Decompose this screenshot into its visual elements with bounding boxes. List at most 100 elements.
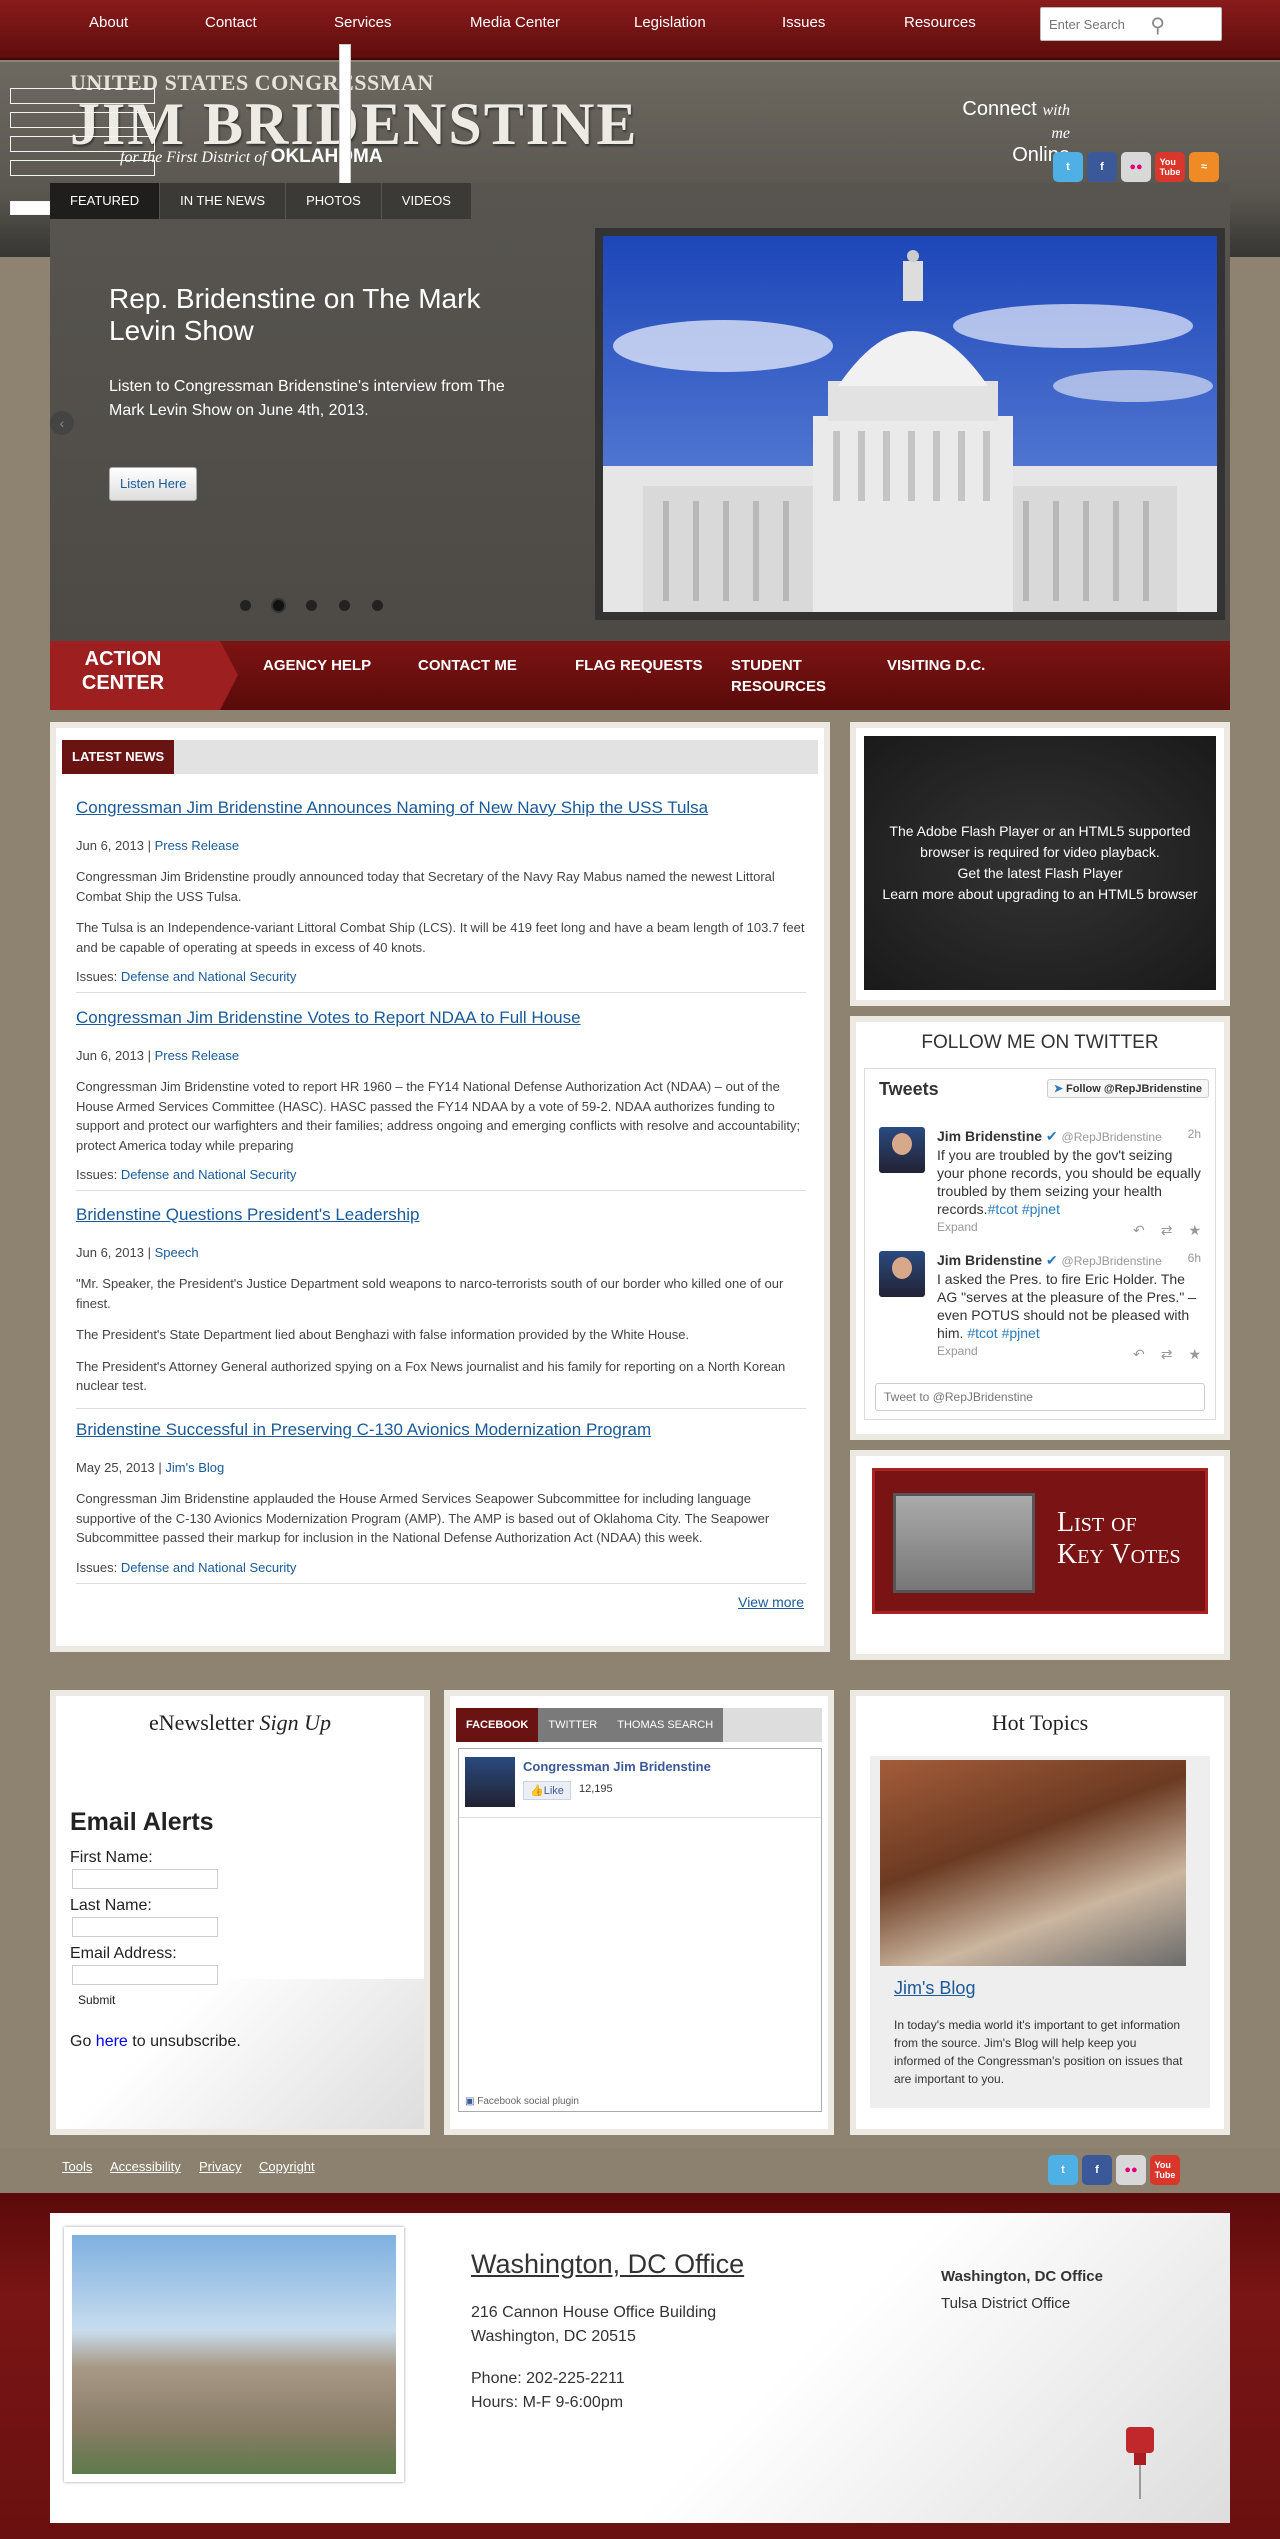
nav-legislation[interactable]: Legislation [634, 14, 706, 31]
favorite-icon[interactable]: ★ [1188, 1346, 1201, 1363]
hot-topics-heading: Hot Topics [991, 1710, 1089, 1735]
facebook-page-name[interactable]: Congressman Jim Bridenstine [523, 1759, 711, 1774]
slider-dot[interactable] [306, 600, 317, 611]
nav-services[interactable]: Services [334, 14, 392, 31]
tweet-hashtags[interactable]: #tcot #pjnet [967, 1325, 1039, 1341]
tab-twitter[interactable]: TWITTER [538, 1708, 608, 1742]
listen-here-button[interactable]: Listen Here [109, 467, 198, 501]
office-tab-dc[interactable]: Washington, DC Office [941, 2263, 1103, 2290]
action-visiting-dc[interactable]: VISITING D.C. [887, 655, 1027, 676]
tweet-handle[interactable]: @RepJBridenstine [1062, 1130, 1162, 1144]
twitter-follow-button[interactable]: ➤ Follow @RepJBridenstine [1046, 1079, 1209, 1098]
rss-icon[interactable]: ≈ [1189, 152, 1219, 182]
office-tab-tulsa[interactable]: Tulsa District Office [941, 2290, 1103, 2317]
tweet-handle[interactable]: @RepJBridenstine [1062, 1254, 1162, 1268]
tab-videos[interactable]: VIDEOS [381, 183, 472, 219]
facebook-like-button[interactable]: 👍Like [523, 1781, 571, 1800]
avatar[interactable] [465, 1757, 515, 1807]
news-paragraph: The President's State Department lied ab… [76, 1327, 690, 1342]
slider-dot[interactable] [273, 600, 284, 611]
slider-dot[interactable] [339, 600, 350, 611]
facebook-icon[interactable]: f [1082, 2155, 1112, 2185]
action-agency-help[interactable]: AGENCY HELP [263, 655, 403, 676]
last-name-field[interactable] [72, 1917, 218, 1937]
news-title[interactable]: Bridenstine Questions President's Leader… [76, 1205, 806, 1225]
first-name-field[interactable] [72, 1869, 218, 1889]
footer-privacy-link[interactable]: Privacy [199, 2159, 242, 2174]
latest-news-header: LATEST NEWS [62, 740, 818, 774]
slider-dot[interactable] [372, 600, 383, 611]
nav-about[interactable]: About [89, 14, 128, 31]
flash-player-link[interactable]: Get the latest Flash Player [958, 865, 1123, 881]
reply-icon[interactable]: ↶ [1133, 1346, 1145, 1363]
nav-media-center[interactable]: Media Center [470, 14, 560, 31]
tweet-author[interactable]: Jim Bridenstine [937, 1128, 1042, 1144]
footer-accessibility-link[interactable]: Accessibility [110, 2159, 181, 2174]
tweet-input[interactable]: Tweet to @RepJBridenstine [875, 1383, 1205, 1411]
connect-line1: Connect [962, 98, 1037, 120]
news-category-link[interactable]: Press Release [155, 838, 240, 853]
news-meta: Jun 6, 2013 | Speech [76, 1245, 199, 1260]
tab-thomas-search[interactable]: THOMAS SEARCH [607, 1708, 724, 1742]
nav-contact[interactable]: Contact [205, 14, 257, 31]
issues-link[interactable]: Defense and National Security [121, 1560, 297, 1575]
favorite-icon[interactable]: ★ [1188, 1222, 1201, 1239]
footer-tools-link[interactable]: Tools [62, 2159, 92, 2174]
tweet-time[interactable]: 2h [1188, 1127, 1201, 1141]
issues-link[interactable]: Defense and National Security [121, 969, 297, 984]
nav-resources[interactable]: Resources [904, 14, 976, 31]
submit-button[interactable]: Submit [78, 1993, 241, 2007]
facebook-icon[interactable]: f [1087, 152, 1117, 182]
jims-blog-link[interactable]: Jim's Blog [894, 1978, 975, 1999]
twitter-icon[interactable]: t [1048, 2155, 1078, 2185]
nav-issues[interactable]: Issues [782, 14, 825, 31]
tweet-hashtags[interactable]: #tcot #pjnet [988, 1201, 1060, 1217]
like-label: Like [543, 1785, 564, 1797]
tab-facebook[interactable]: FACEBOOK [456, 1708, 539, 1742]
avatar[interactable] [879, 1127, 925, 1173]
footer-copyright-link[interactable]: Copyright [259, 2159, 315, 2174]
email-field[interactable] [72, 1965, 218, 1985]
latest-news-panel: LATEST NEWS Congressman Jim Bridenstine … [50, 722, 830, 1652]
news-paragraph: Congressman Jim Bridenstine proudly anno… [76, 869, 775, 904]
twitter-icon[interactable]: t [1053, 152, 1083, 182]
action-contact-me[interactable]: CONTACT ME [418, 655, 558, 676]
handshake-photo[interactable] [880, 1760, 1186, 1966]
html5-upgrade-link[interactable]: Learn more about upgrading to an HTML5 b… [882, 886, 1197, 902]
tweet-author[interactable]: Jim Bridenstine [937, 1252, 1042, 1268]
news-category-link[interactable]: Jim's Blog [165, 1460, 224, 1475]
news-category-link[interactable]: Speech [155, 1245, 199, 1260]
search-input[interactable] [1041, 8, 1161, 40]
slider-prev-icon[interactable]: ‹ [50, 411, 74, 435]
tab-featured[interactable]: FEATURED [50, 183, 161, 219]
news-issues: Issues: Defense and National Security [76, 969, 806, 984]
unsubscribe-link[interactable]: here [96, 2033, 128, 2050]
reply-icon[interactable]: ↶ [1133, 1222, 1145, 1239]
youtube-icon[interactable]: You Tube [1155, 152, 1185, 182]
action-flag-requests[interactable]: FLAG REQUESTS [575, 655, 715, 676]
search-icon[interactable]: ⚲ [1150, 13, 1165, 38]
tab-photos[interactable]: PHOTOS [286, 183, 382, 219]
news-title[interactable]: Congressman Jim Bridenstine Announces Na… [76, 798, 806, 818]
tab-in-the-news[interactable]: IN THE NEWS [160, 183, 287, 219]
tweets-label: Tweets [879, 1079, 939, 1099]
tweet-time[interactable]: 6h [1188, 1251, 1201, 1265]
youtube-icon[interactable]: You Tube [1150, 2155, 1180, 2185]
slider-dot[interactable] [240, 600, 251, 611]
flickr-icon[interactable]: ●● [1116, 2155, 1146, 2185]
featured-slider: FEATURED IN THE NEWS PHOTOS VIDEOS ‹ Rep… [50, 183, 1230, 641]
footer-offices: Washington, DC Office 216 Cannon House O… [0, 2193, 1280, 2539]
action-student-resources[interactable]: STUDENT RESOURCES [731, 655, 826, 697]
news-title[interactable]: Bridenstine Successful in Preserving C-1… [76, 1420, 806, 1440]
avatar[interactable] [879, 1251, 925, 1297]
news-category-link[interactable]: Press Release [155, 1048, 240, 1063]
issues-link[interactable]: Defense and National Security [121, 1167, 297, 1182]
retweet-icon[interactable]: ⇄ [1161, 1346, 1173, 1363]
retweet-icon[interactable]: ⇄ [1161, 1222, 1173, 1239]
key-votes-banner[interactable]: List of Key Votes [872, 1468, 1208, 1614]
office-title[interactable]: Washington, DC Office [471, 2249, 744, 2280]
news-title[interactable]: Congressman Jim Bridenstine Votes to Rep… [76, 1008, 806, 1028]
view-more-link[interactable]: View more [738, 1594, 804, 1610]
video-player[interactable]: The Adobe Flash Player or an HTML5 suppo… [864, 736, 1216, 990]
flickr-icon[interactable]: ●● [1121, 152, 1151, 182]
